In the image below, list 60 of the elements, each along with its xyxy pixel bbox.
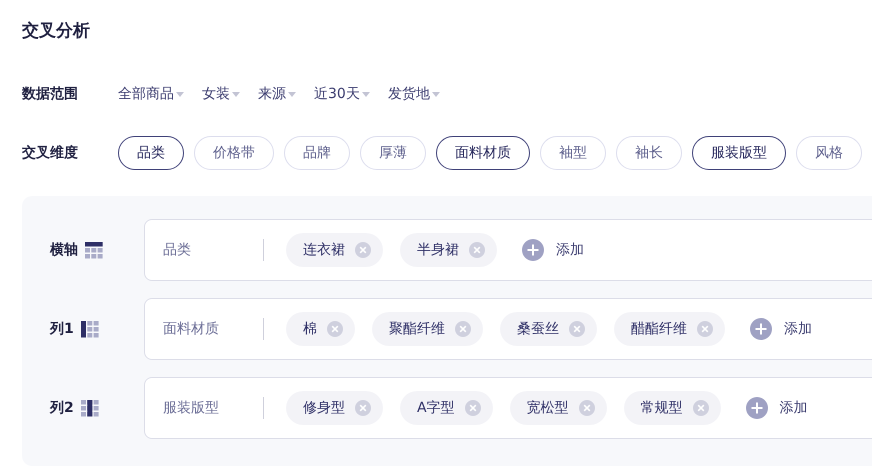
axis-label: 列2: [50, 399, 74, 417]
tag-label: 修身型: [303, 399, 345, 417]
axis-label: 横轴: [50, 241, 78, 259]
filter-dropdown[interactable]: 来源: [258, 85, 296, 103]
axis-field[interactable]: 服装版型 修身型 A字型 宽松型 常规型 添加: [144, 377, 872, 439]
dimension-chip[interactable]: 风格: [796, 136, 862, 170]
dimension-chip[interactable]: 面料材质: [436, 136, 530, 170]
add-button[interactable]: 添加: [742, 318, 812, 340]
dimension-chip[interactable]: 品类: [118, 136, 184, 170]
tag-label: 半身裙: [417, 241, 459, 259]
page-title: 交叉分析: [22, 20, 91, 43]
dimension-chip[interactable]: 品牌: [284, 136, 350, 170]
caret-icon: [362, 92, 370, 96]
remove-icon[interactable]: [578, 400, 595, 416]
dimension-chip[interactable]: 服装版型: [692, 136, 786, 170]
caret-icon: [288, 92, 296, 96]
tag-label: A字型: [417, 399, 455, 417]
tag-label: 聚酯纤维: [389, 320, 445, 338]
dimension-name: 面料材质: [163, 320, 220, 338]
remove-icon[interactable]: [697, 321, 713, 337]
filter-dropdown[interactable]: 发货地: [388, 85, 440, 103]
axis-field[interactable]: 品类 连衣裙 半身裙 添加: [144, 219, 872, 281]
remove-icon[interactable]: [355, 400, 371, 416]
axis-label: 列1: [50, 320, 74, 338]
dimension-label: 交叉维度: [22, 144, 79, 162]
dimension-chip[interactable]: 袖长: [616, 136, 682, 170]
filter-dropdown[interactable]: 近30天: [314, 85, 370, 103]
tag-label: 宽松型: [526, 399, 569, 417]
remove-icon[interactable]: [455, 321, 471, 337]
dimension-name: 服装版型: [163, 399, 220, 417]
dimension-chip[interactable]: 袖型: [540, 136, 606, 170]
add-button[interactable]: 添加: [514, 239, 584, 261]
grid-icon: [84, 240, 104, 260]
grid-icon: [80, 319, 100, 339]
plus-icon: [750, 318, 772, 340]
filter-dropdown[interactable]: 全部商品: [118, 85, 184, 103]
dimension-chip[interactable]: 厚薄: [360, 136, 426, 170]
caret-icon: [176, 92, 184, 96]
add-button[interactable]: 添加: [738, 397, 808, 419]
dimension-chip[interactable]: 价格带: [194, 136, 274, 170]
remove-icon[interactable]: [355, 242, 371, 258]
caret-icon: [232, 92, 240, 96]
tag-label: 醋酯纤维: [631, 320, 687, 338]
plus-icon: [746, 397, 768, 419]
remove-icon[interactable]: [327, 321, 343, 337]
tag-label: 连衣裙: [303, 241, 345, 259]
axis-field[interactable]: 面料材质 棉 聚酯纤维 桑蚕丝 醋酯纤维 添加: [144, 298, 872, 360]
filter-dropdown[interactable]: 女装: [202, 85, 240, 103]
filter-label: 数据范围: [22, 85, 79, 103]
tag-label: 棉: [303, 320, 317, 338]
remove-icon[interactable]: [569, 321, 585, 337]
dimension-name: 品类: [163, 241, 192, 259]
tag-label: 常规型: [640, 399, 683, 417]
remove-icon[interactable]: [469, 242, 485, 258]
grid-icon: [80, 398, 100, 418]
remove-icon[interactable]: [692, 400, 709, 416]
caret-icon: [432, 92, 440, 96]
remove-icon[interactable]: [464, 400, 481, 416]
tag-label: 桑蚕丝: [517, 320, 559, 338]
plus-icon: [522, 239, 544, 261]
